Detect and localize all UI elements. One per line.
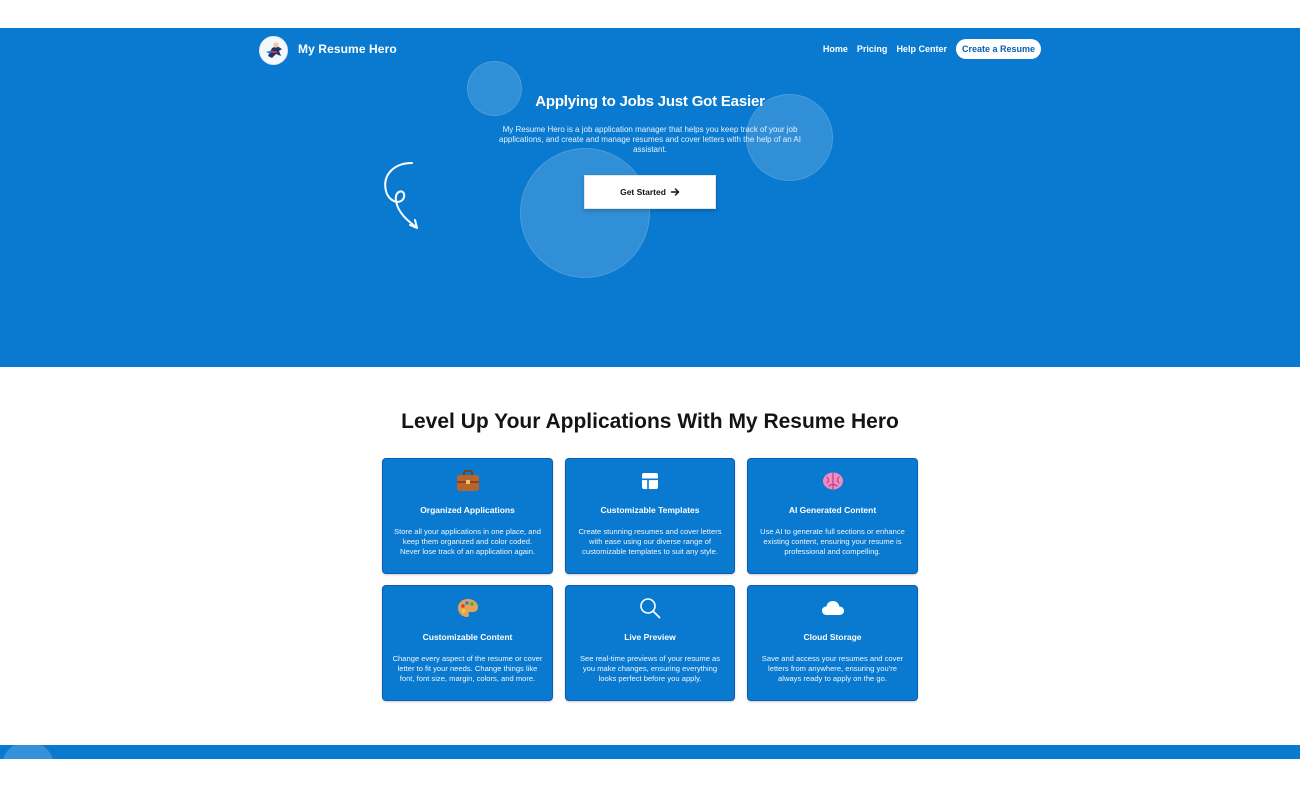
hero-title: Applying to Jobs Just Got Easier [535,93,765,110]
feature-description: Save and access your resumes and cover l… [761,654,904,683]
feature-description: See real-time previews of your resume as… [579,654,721,683]
feature-title: Live Preview [624,632,676,642]
decorative-bubble [2,745,54,759]
feature-card-cloud-storage[interactable]: Cloud Storage Save and access your resum… [747,585,918,701]
feature-description: Create stunning resumes and cover letter… [578,527,722,556]
page: My Resume Hero Home Pricing Help Center … [0,0,1300,788]
feature-description: Store all your applications in one place… [394,527,541,556]
feature-title: Customizable Content [422,632,513,642]
cloud-icon [748,596,917,620]
footer-band [0,745,1300,759]
magnifier-icon [566,596,734,620]
nav-link-pricing[interactable]: Pricing [857,44,888,54]
create-resume-button[interactable]: Create a Resume [955,39,1041,59]
features-grid: Organized Applications Store all your ap… [382,458,918,701]
hero-subtitle: My Resume Hero is a job application mana… [499,125,801,154]
feature-title: Customizable Templates [600,505,700,515]
feature-description: Use AI to generate full sections or enha… [760,527,905,556]
get-started-label: Get Started [620,187,666,197]
briefcase-icon [383,469,552,493]
top-navbar: My Resume Hero Home Pricing Help Center … [259,36,1041,66]
feature-title: Cloud Storage [803,632,862,642]
feature-card-customizable-templates[interactable]: Customizable Templates Create stunning r… [565,458,735,574]
feature-card-live-preview[interactable]: Live Preview See real-time previews of y… [565,585,735,701]
nav-link-home[interactable]: Home [823,44,848,54]
feature-card-customizable-content[interactable]: Customizable Content Change every aspect… [382,585,553,701]
palette-icon [383,596,552,620]
features-heading: Level Up Your Applications With My Resum… [401,410,899,433]
template-icon [566,469,734,493]
get-started-button[interactable]: Get Started [584,175,716,209]
feature-title: AI Generated Content [788,505,877,515]
feature-description: Change every aspect of the resume or cov… [392,654,543,683]
brain-icon [748,469,917,493]
brand-logo-icon[interactable] [259,36,288,65]
feature-card-ai-generated-content[interactable]: AI Generated Content Use AI to generate … [747,458,918,574]
nav-link-help-center[interactable]: Help Center [896,44,947,54]
feature-title: Organized Applications [420,505,515,515]
feature-card-organized-applications[interactable]: Organized Applications Store all your ap… [382,458,553,574]
curly-arrow-icon [384,162,418,229]
nav-links: Home Pricing Help Center Create a Resume [823,39,1041,59]
hero-section: My Resume Hero Home Pricing Help Center … [0,28,1300,367]
brand-name[interactable]: My Resume Hero [298,42,397,56]
decorative-bubble [520,148,650,278]
arrow-right-icon [670,188,680,196]
